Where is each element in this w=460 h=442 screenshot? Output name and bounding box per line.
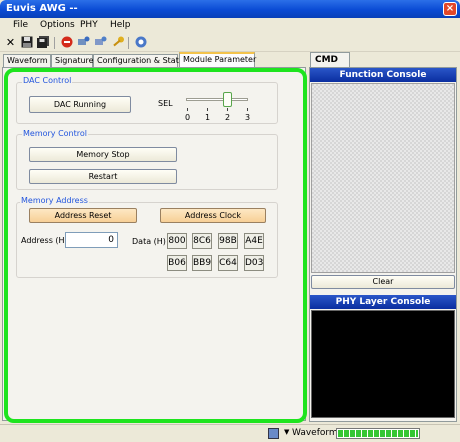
menu-options[interactable]: Options	[40, 20, 75, 30]
status-bar: ▼ Waveform	[0, 424, 460, 442]
disconnect-icon[interactable]	[94, 36, 107, 49]
toolbar-separator	[128, 37, 129, 49]
menu-bar: File Options PHY Help	[0, 18, 460, 34]
save-all-icon[interactable]	[36, 36, 49, 49]
tab-signature[interactable]: Signature	[51, 54, 94, 67]
window-title: Euvis AWG --	[6, 3, 78, 14]
close-window-button[interactable]: ×	[443, 2, 457, 16]
menu-help[interactable]: Help	[110, 20, 131, 30]
tab-waveform[interactable]: Waveform	[3, 54, 51, 67]
function-console[interactable]	[311, 83, 455, 273]
toolbar: ✕	[0, 34, 460, 52]
progress-fill	[338, 430, 418, 437]
function-console-header: Function Console	[310, 68, 456, 82]
toolbar-separator	[54, 37, 55, 49]
monitor-icon	[268, 428, 279, 439]
phy-console-header: PHY Layer Console	[310, 295, 456, 309]
tab-configuration-status[interactable]: Configuration & Status	[93, 54, 188, 67]
settings-icon[interactable]	[134, 36, 147, 49]
menu-file[interactable]: File	[13, 20, 28, 30]
status-mode: Waveform	[292, 428, 338, 438]
phy-layer-console[interactable]	[311, 310, 455, 418]
connect-icon[interactable]	[77, 36, 90, 49]
save-icon[interactable]	[20, 36, 33, 49]
clear-button[interactable]: Clear	[311, 275, 455, 289]
key-icon[interactable]	[112, 36, 125, 49]
stop-icon[interactable]	[60, 36, 73, 49]
title-bar: Euvis AWG -- ×	[0, 0, 460, 18]
close-icon[interactable]: ✕	[4, 36, 17, 49]
progress-bar	[336, 428, 420, 439]
menu-phy[interactable]: PHY	[80, 20, 98, 30]
dropdown-arrow-icon[interactable]: ▼	[284, 428, 289, 436]
tab-module-parameter[interactable]: Module Parameter	[179, 52, 256, 68]
highlight-frame	[4, 68, 307, 423]
tab-cmd[interactable]: CMD	[310, 52, 350, 68]
